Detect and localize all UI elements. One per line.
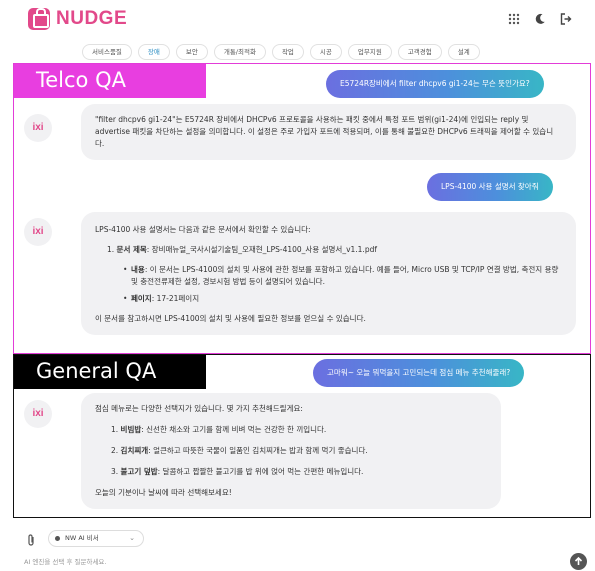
tab-business-support[interactable]: 업무지원 [347, 44, 392, 60]
general-qa-label: General QA [14, 355, 206, 389]
doc-title-value: : 장비매뉴얼_국사시설기술팀_오재현_LPS-4100_사용 설명서_v1.1… [146, 245, 377, 254]
nudge-logo-icon [28, 8, 50, 30]
chevron-down-icon: ⌄ [129, 534, 135, 542]
ixi-logo-icon: ixi [32, 408, 44, 419]
tab-activation[interactable]: 개통/최적화 [213, 44, 266, 60]
app-logo[interactable]: NUDGE [28, 8, 127, 30]
assistant-message-text: 이 문서를 참고하시면 LPS-4100의 설치 및 사용에 필요한 정보를 얻… [95, 314, 366, 323]
list-item: 1. 비빔밥: 신선한 채소와 고기를 함께 비벼 먹는 건강한 한 끼입니다. [111, 425, 327, 434]
tab-outage[interactable]: 장애 [137, 44, 170, 60]
input-placeholder[interactable]: AI 엔진을 선택 후 질문하세요. [24, 556, 106, 566]
model-select[interactable]: NW AI 비서 ⌄ [48, 530, 144, 547]
tab-customer-experience[interactable]: 고객경험 [397, 44, 442, 60]
model-select-value: NW AI 비서 [65, 534, 99, 542]
top-bar: NUDGE [0, 0, 595, 40]
tab-work[interactable]: 작업 [271, 44, 304, 60]
assistant-message-text: "filter dhcpv6 gi1-24"는 E5724R 장비에서 DHCP… [95, 115, 554, 148]
assistant-message-text: LPS-4100 사용 설명서는 다음과 같은 문서에서 확인할 수 있습니다: [95, 225, 311, 234]
assistant-avatar: ixi [24, 218, 52, 246]
tab-construction[interactable]: 시공 [309, 44, 342, 60]
list-item: 2. 김치찌개: 얼큰하고 따뜻한 국물이 일품인 김치찌개는 밥과 함께 먹기… [111, 446, 368, 455]
list-item: 내용: 이 문서는 LPS-4100의 설치 및 사용에 관한 정보를 포함하고… [123, 264, 562, 288]
logout-icon[interactable] [559, 12, 573, 26]
list-item: 페이지: 17-21페이지 [123, 293, 562, 305]
user-message: 고마워~ 오늘 뭐먹을지 고민되는데 점심 메뉴 추천해줄래? [313, 359, 525, 387]
tab-design[interactable]: 설계 [447, 44, 480, 60]
ixi-logo-icon: ixi [32, 122, 44, 133]
arrow-up-icon [574, 556, 583, 565]
user-message: LPS-4100 사용 설명서 찾아줘 [427, 173, 553, 201]
assistant-message-text: 오늘의 기분이나 날씨에 따라 선택해보세요! [95, 488, 232, 497]
list-item: 3. 불고기 덮밥: 달콤하고 짭짤한 불고기를 밥 위에 얹어 먹는 간편한 … [111, 467, 364, 476]
general-qa-section: General QA 고마워~ 오늘 뭐먹을지 고민되는데 점심 메뉴 추천해줄… [13, 354, 591, 518]
model-dot-icon [55, 536, 60, 541]
moon-icon[interactable] [533, 12, 547, 26]
doc-title-label: 문서 제목 [116, 245, 147, 254]
telco-qa-section: Telco QA E5724R장비에서 filter dhcpv6 gi1-24… [13, 63, 591, 354]
assistant-message: LPS-4100 사용 설명서는 다음과 같은 문서에서 확인할 수 있습니다:… [81, 212, 576, 335]
assistant-avatar: ixi [24, 400, 52, 428]
list-number: 1. [107, 245, 115, 254]
send-button[interactable] [570, 553, 587, 570]
doc-title-line: 1. 문서 제목: 장비매뉴얼_국사시설기술팀_오재현_LPS-4100_사용 … [95, 244, 562, 256]
user-message: E5724R장비에서 filter dhcpv6 gi1-24는 무슨 뜻인가요… [326, 70, 544, 98]
assistant-avatar: ixi [24, 114, 52, 142]
app-name: NUDGE [56, 8, 128, 29]
assistant-message: 점심 메뉴로는 다양한 선택지가 있습니다. 몇 가지 추천해드릴게요: 1. … [81, 393, 501, 509]
tab-service-quality[interactable]: 서비스품질 [82, 44, 132, 60]
tab-security[interactable]: 보안 [175, 44, 208, 60]
grid-icon[interactable] [507, 12, 521, 26]
paperclip-icon[interactable] [26, 533, 36, 550]
assistant-message: "filter dhcpv6 gi1-24"는 E5724R 장비에서 DHCP… [81, 104, 576, 160]
ixi-logo-icon: ixi [32, 226, 44, 237]
telco-qa-label: Telco QA [14, 64, 206, 98]
category-tabs: 서비스품질 장애 보안 개통/최적화 작업 시공 업무지원 고객경험 설계 [82, 44, 480, 60]
assistant-message-text: 점심 메뉴로는 다양한 선택지가 있습니다. 몇 가지 추천해드릴게요: [95, 404, 303, 413]
